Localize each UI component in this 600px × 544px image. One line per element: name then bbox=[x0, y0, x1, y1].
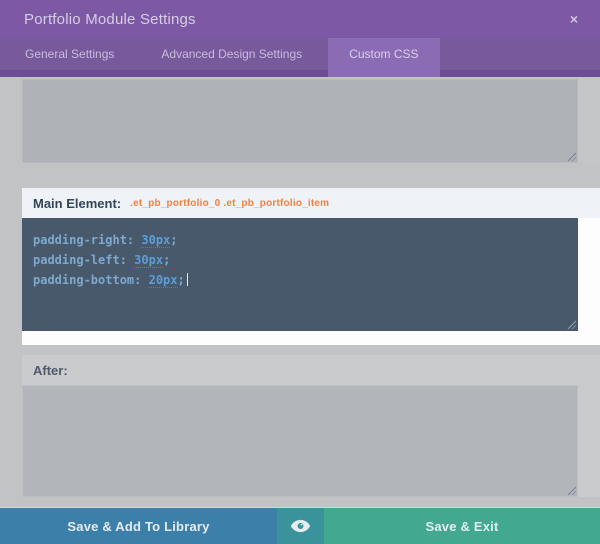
preview-button[interactable] bbox=[277, 508, 324, 544]
field-after: After: bbox=[22, 355, 600, 497]
after-css-textarea[interactable] bbox=[22, 385, 578, 497]
code-line: padding-right: 30px; bbox=[33, 230, 568, 250]
field-before bbox=[22, 79, 600, 163]
modal-title: Portfolio Module Settings bbox=[24, 11, 564, 28]
spacer bbox=[22, 345, 600, 355]
tab-general-settings[interactable]: General Settings bbox=[4, 38, 135, 70]
modal-header: Portfolio Module Settings × bbox=[0, 0, 600, 38]
after-label: After: bbox=[33, 363, 68, 378]
code-line: padding-bottom: 20px; bbox=[33, 270, 568, 290]
tab-bar: General SettingsAdvanced Design Settings… bbox=[0, 38, 600, 77]
text-caret bbox=[187, 273, 188, 286]
main-element-selector: .et_pb_portfolio_0 .et_pb_portfolio_item bbox=[130, 198, 329, 209]
after-header: After: bbox=[22, 355, 600, 385]
before-css-textarea[interactable] bbox=[22, 79, 578, 163]
field-main-element: Main Element: .et_pb_portfolio_0 .et_pb_… bbox=[22, 188, 600, 345]
resize-handle[interactable] bbox=[566, 319, 576, 329]
tab-custom-css[interactable]: Custom CSS bbox=[328, 38, 439, 77]
custom-css-panel: Main Element: .et_pb_portfolio_0 .et_pb_… bbox=[0, 77, 600, 507]
tab-advanced-design-settings[interactable]: Advanced Design Settings bbox=[140, 38, 323, 70]
eye-icon bbox=[290, 518, 311, 534]
spacer bbox=[22, 163, 600, 188]
css-code-editor[interactable]: padding-right: 30px;padding-left: 30px;p… bbox=[22, 218, 578, 331]
modal-footer: Save & Add To Library Save & Exit bbox=[0, 507, 600, 544]
save-and-exit-button[interactable]: Save & Exit bbox=[324, 508, 600, 544]
main-element-header: Main Element: .et_pb_portfolio_0 .et_pb_… bbox=[22, 188, 600, 218]
code-lines: padding-right: 30px;padding-left: 30px;p… bbox=[33, 230, 568, 290]
spacer bbox=[22, 497, 600, 507]
save-add-to-library-button[interactable]: Save & Add To Library bbox=[0, 508, 277, 544]
main-element-label: Main Element: bbox=[33, 196, 121, 211]
close-icon[interactable]: × bbox=[564, 8, 584, 30]
portfolio-module-settings-modal: Portfolio Module Settings × General Sett… bbox=[0, 0, 600, 544]
code-line: padding-left: 30px; bbox=[33, 250, 568, 270]
